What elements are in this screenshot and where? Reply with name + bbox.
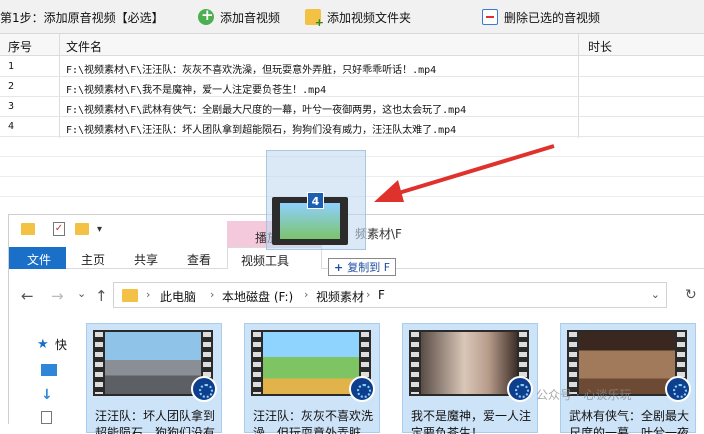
breadcrumb-separator: › xyxy=(210,288,215,301)
table-row[interactable]: 2 F:\视频素材\F\我不是魔神，爱一人注定要负苍生！.mp4 xyxy=(0,77,704,97)
delete-selected-label: 删除已选的音视频 xyxy=(504,10,601,25)
tab-view[interactable]: 查看 xyxy=(187,251,211,268)
header-index[interactable]: 序号 xyxy=(8,38,32,55)
video-badge-icon xyxy=(665,376,691,402)
tab-file[interactable]: 文件 xyxy=(9,247,66,269)
row-filename: F:\视频素材\F\汪汪队：坏人团队拿到超能陨石，狗狗们没有威力，汪汪队太难了.… xyxy=(66,125,457,136)
properties-icon[interactable]: ✓ xyxy=(53,222,65,236)
back-arrow-icon[interactable]: ← xyxy=(21,287,34,305)
up-arrow-icon[interactable]: ↑ xyxy=(95,287,108,305)
navigation-bar: ← → ⌄ ↑ › 此电脑 › 本地磁盘 (F:) › 视频素材 › F ⌄ ↻ xyxy=(9,277,704,313)
header-duration[interactable]: 时长 xyxy=(588,38,612,55)
folder-icon xyxy=(122,289,138,302)
new-folder-icon[interactable] xyxy=(75,223,89,235)
breadcrumb-separator: › xyxy=(304,288,309,301)
add-folder-label: 添加视频文件夹 xyxy=(327,10,412,25)
watermark: 公众号 · 心谈乐玩 xyxy=(536,388,632,402)
tab-share[interactable]: 共享 xyxy=(134,251,158,268)
video-badge-icon xyxy=(191,376,217,402)
video-file-tile[interactable]: 汪汪队：灰灰不喜欢洗澡，但玩耍意外弄脏 xyxy=(244,323,380,434)
delete-icon xyxy=(482,9,498,25)
quick-access-label[interactable]: 快 xyxy=(55,336,67,353)
annotation-arrow xyxy=(374,144,555,202)
navigation-pane: ★ 快 ↓ xyxy=(9,323,69,425)
address-dropdown-icon[interactable]: ⌄ xyxy=(651,288,660,301)
document-icon[interactable] xyxy=(41,411,52,424)
folder-add-icon xyxy=(305,9,324,29)
add-folder-button[interactable]: 添加视频文件夹 xyxy=(301,6,415,29)
refresh-icon[interactable]: ↻ xyxy=(685,287,697,303)
file-caption: 我不是魔神，爱一人注定要负苍生！ xyxy=(411,409,532,434)
row-index: 2 xyxy=(8,81,15,92)
row-index: 3 xyxy=(8,101,15,112)
drag-count-badge: 4 xyxy=(307,192,324,209)
copy-to-label: 复制到 F xyxy=(347,261,391,274)
video-file-tile[interactable]: 我不是魔神，爱一人注定要负苍生！ xyxy=(402,323,538,434)
video-badge-icon xyxy=(507,376,533,402)
breadcrumb-separator: › xyxy=(146,288,151,301)
copy-to-tooltip: + 复制到 F xyxy=(328,258,397,276)
row-index: 1 xyxy=(8,61,15,72)
breadcrumb-separator: › xyxy=(366,288,371,301)
add-icon xyxy=(198,6,214,25)
tab-video-tools[interactable]: 视频工具 xyxy=(227,247,322,269)
breadcrumb-folder-f[interactable]: F xyxy=(378,288,385,302)
table-row[interactable]: 3 F:\视频素材\F\武林有侠气：全剧最大尺度的一幕，叶兮一夜御两男，这也太会… xyxy=(0,97,704,117)
breadcrumb-drive[interactable]: 本地磁盘 (F:) xyxy=(222,288,293,305)
row-filename: F:\视频素材\F\我不是魔神，爱一人注定要负苍生！.mp4 xyxy=(66,85,327,96)
main-toolbar: 第1步：添加原音视频【必选】 添加音视频 添加视频文件夹 删除已选的音视频 xyxy=(0,0,704,34)
desktop-icon[interactable] xyxy=(41,364,57,376)
video-file-tile[interactable]: 武林有侠气：全剧最大尺度的一幕，叶兮一夜 xyxy=(560,323,696,434)
folder-icon[interactable] xyxy=(21,223,35,235)
row-filename: F:\视频素材\F\武林有侠气：全剧最大尺度的一幕，叶兮一夜御两男，这也太会玩了… xyxy=(66,105,467,116)
forward-arrow-icon[interactable]: → xyxy=(51,287,64,305)
table-header: 序号 文件名 时长 xyxy=(0,34,704,56)
header-filename[interactable]: 文件名 xyxy=(66,38,102,55)
breadcrumb-folder-video[interactable]: 视频素材 xyxy=(316,288,364,305)
step-label: 第1步：添加原音视频【必选】 xyxy=(0,11,164,25)
delete-selected-button[interactable]: 删除已选的音视频 xyxy=(478,6,604,28)
video-file-tile[interactable]: 汪汪队：坏人团队拿到超能陨石，狗狗们没有威力 xyxy=(86,323,222,434)
table-row[interactable]: 1 F:\视频素材\F\汪汪队：灰灰不喜欢洗澡，但玩耍意外弄脏，只好乖乖听话！.… xyxy=(0,57,704,77)
app-window: 第1步：添加原音视频【必选】 添加音视频 添加视频文件夹 删除已选的音视频 序号… xyxy=(0,0,704,434)
pin-icon: ★ xyxy=(37,337,49,352)
video-badge-icon xyxy=(349,376,375,402)
file-caption: 武林有侠气：全剧最大尺度的一幕，叶兮一夜 xyxy=(569,409,690,434)
address-bar[interactable]: › 此电脑 › 本地磁盘 (F:) › 视频素材 › F ⌄ xyxy=(113,282,667,308)
plus-icon: + xyxy=(334,260,344,274)
add-video-label: 添加音视频 xyxy=(220,10,281,25)
row-filename: F:\视频素材\F\汪汪队：灰灰不喜欢洗澡，但玩耍意外弄脏，只好乖乖听话！.mp… xyxy=(66,65,437,76)
recent-locations-icon[interactable]: ⌄ xyxy=(77,287,86,300)
row-index: 4 xyxy=(8,121,15,132)
download-icon[interactable]: ↓ xyxy=(41,387,53,403)
tab-home[interactable]: 主页 xyxy=(81,251,105,268)
file-caption: 汪汪队：坏人团队拿到超能陨石，狗狗们没有威力 xyxy=(95,409,216,434)
table-row[interactable]: 4 F:\视频素材\F\汪汪队：坏人团队拿到超能陨石，狗狗们没有威力，汪汪队太难… xyxy=(0,117,704,137)
chevron-down-icon[interactable]: ▾ xyxy=(97,224,102,235)
add-video-button[interactable]: 添加音视频 xyxy=(194,6,284,28)
file-caption: 汪汪队：灰灰不喜欢洗澡，但玩耍意外弄脏 xyxy=(253,409,374,434)
breadcrumb-this-pc[interactable]: 此电脑 xyxy=(160,288,196,305)
